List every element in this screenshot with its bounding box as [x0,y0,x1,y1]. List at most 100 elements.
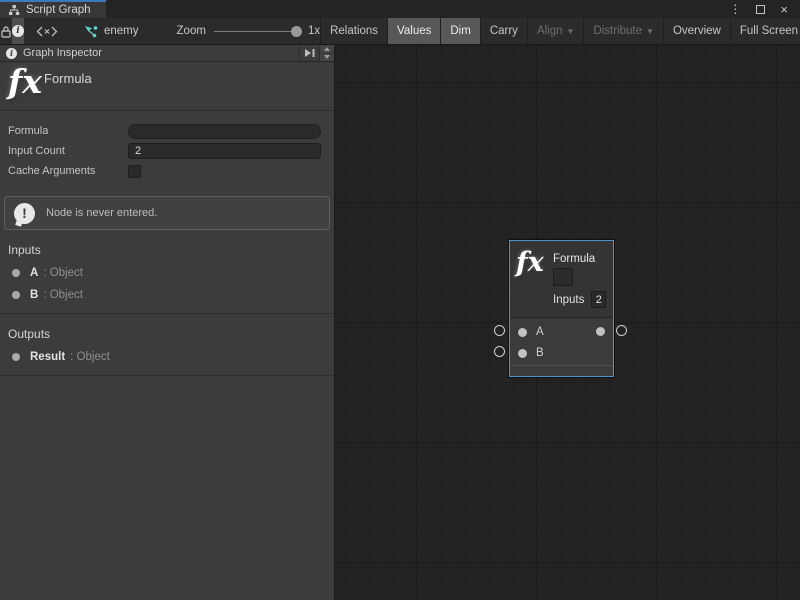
port-name: Result [30,351,65,363]
dropdown-arrow-icon: ▼ [646,27,654,36]
fullscreen-button[interactable]: Full Screen [730,18,800,44]
graph-hierarchy-icon [8,4,20,16]
overview-label: Overview [673,25,721,37]
formula-node-body: A B [510,317,613,365]
chevron-down-icon [324,55,330,59]
window-menu-icon[interactable]: ⋮ [729,3,741,15]
inspector-empty-area [0,376,334,600]
info-icon: i [12,25,24,37]
node-port-b[interactable]: B [518,348,544,358]
node-fields: Formula Input Count Cache Arguments [0,111,334,183]
title-bar: Script Graph ⋮ × [0,0,800,18]
formula-node-inputs-row: Inputs 2 [553,291,606,308]
input-port-row-a[interactable]: A : Object [0,262,334,284]
port-dot-icon [12,269,20,277]
fx-icon: fx [516,247,544,278]
graph-inspector-panel: i Graph Inspector fx [0,45,335,600]
input-port-row-b[interactable]: B : Object [0,284,334,306]
formula-input[interactable] [128,124,321,139]
node-inputs-count[interactable]: 2 [591,291,606,308]
node-port-result[interactable] [596,327,605,336]
port-name: A [30,267,38,279]
port-label: B [536,347,544,359]
port-circle-icon[interactable] [518,328,527,337]
cache-arguments-checkbox[interactable] [128,165,141,178]
port-type: : Object [70,351,110,363]
zoom-control: Zoom 1x [177,18,321,44]
scroll-up-button[interactable] [320,45,334,53]
relations-label: Relations [330,25,378,37]
tab-label: Script Graph [26,4,91,16]
inputs-heading: Inputs [0,230,334,262]
port-circle-icon[interactable] [518,349,527,358]
inspector-toggle-button[interactable]: i [12,18,24,44]
port-type: : Object [43,289,83,301]
panel-scrollbar [319,45,334,61]
formula-field-label: Formula [8,125,128,137]
maximize-icon[interactable] [756,5,765,14]
chevron-up-icon [324,47,330,51]
output-port-row-result[interactable]: Result : Object [0,346,334,368]
node-port-a[interactable]: A [518,327,544,337]
warning-bubble-icon: ! [14,203,35,224]
warning-text: Node is never entered. [46,207,157,219]
overview-button[interactable]: Overview [663,18,730,44]
formula-node-formula-input[interactable] [553,268,573,286]
graph-name: enemy [104,25,139,37]
lock-icon [0,25,12,38]
dropdown-arrow-icon: ▼ [567,27,575,36]
input-count-field-row: Input Count [0,141,334,161]
close-icon[interactable]: × [780,3,788,16]
unity-script-graph-window: Script Graph ⋮ × i [0,0,800,600]
formula-field-row: Formula [0,121,334,141]
distribute-label: Distribute [593,25,642,37]
distribute-button[interactable]: Distribute ▼ [583,18,663,44]
fullscreen-label: Full Screen [740,25,798,37]
input-count-input[interactable] [128,143,321,159]
scroll-down-button[interactable] [320,53,334,62]
relations-button[interactable]: Relations [320,18,387,44]
external-port-result[interactable] [616,325,627,336]
dock-panel-button[interactable] [299,45,319,61]
port-name: B [30,289,38,301]
formula-node-title: Formula [553,253,595,265]
dim-button[interactable]: Dim [440,18,479,44]
align-button[interactable]: Align ▼ [527,18,584,44]
node-title: Formula [44,71,92,86]
script-graph-asset-icon [84,25,98,38]
graph-canvas[interactable]: fx Formula Inputs 2 A B [335,45,800,600]
window-controls: ⋮ × [729,0,800,18]
info-icon: i [6,48,17,59]
port-dot-icon [12,291,20,299]
node-title-block: fx Formula [0,62,334,111]
node-inputs-label: Inputs [553,294,584,306]
values-button[interactable]: Values [387,18,440,44]
align-label: Align [537,25,563,37]
zoom-slider[interactable] [214,31,300,32]
port-label: A [536,326,544,338]
external-port-a[interactable] [494,325,505,336]
formula-node-footer [510,365,613,376]
tab-script-graph[interactable]: Script Graph [0,0,106,18]
lock-button[interactable] [0,18,12,44]
cache-arguments-field-row: Cache Arguments [0,161,334,181]
graph-toolbar: i enemy Zoom 1x [0,18,800,45]
zoom-slider-handle[interactable] [291,26,302,37]
cache-arguments-field-label: Cache Arguments [8,165,128,177]
port-type: : Object [43,267,83,279]
zoom-value: 1x [308,25,320,37]
formula-node-header[interactable]: fx Formula Inputs 2 [510,241,613,317]
code-view-button[interactable] [36,18,58,44]
formula-node[interactable]: fx Formula Inputs 2 A B [509,240,614,377]
toolbar-toggles: Relations Values Dim Carry Align ▼ Distr… [320,18,800,44]
dim-label: Dim [450,25,470,37]
carry-button[interactable]: Carry [480,18,527,44]
inspector-header: i Graph Inspector [0,45,334,62]
zoom-label: Zoom [177,25,206,37]
external-port-b[interactable] [494,346,505,357]
values-label: Values [397,25,431,37]
graph-breadcrumb[interactable]: enemy [84,18,139,44]
code-brackets-icon [36,26,58,37]
carry-label: Carry [490,25,518,37]
outputs-heading: Outputs [0,314,334,346]
